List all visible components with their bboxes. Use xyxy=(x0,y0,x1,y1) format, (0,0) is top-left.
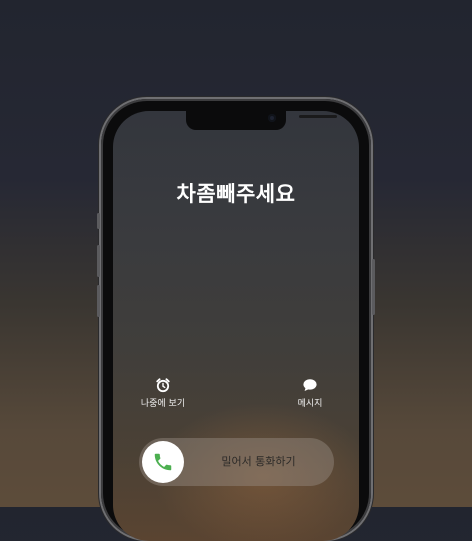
message-button[interactable]: 메시지 xyxy=(270,377,350,409)
phone-icon xyxy=(154,453,172,471)
alarm-clock-icon xyxy=(156,378,170,393)
volume-down-button xyxy=(97,285,100,317)
action-button xyxy=(97,213,100,229)
slide-to-answer-label: 밀어서 통화하기 xyxy=(221,455,296,468)
notch xyxy=(186,111,337,130)
message-label: 메시지 xyxy=(297,399,323,409)
remind-me-button[interactable]: 나중에 보기 xyxy=(123,377,203,409)
slide-to-answer[interactable]: 밀어서 통화하기 xyxy=(139,438,334,486)
front-camera-icon xyxy=(268,114,276,122)
caller-name: 차좀빼주세요 xyxy=(176,182,296,206)
volume-up-button xyxy=(97,245,100,277)
earpiece-speaker xyxy=(299,115,337,118)
chat-bubble-icon xyxy=(303,379,317,391)
phone-frame: 차좀빼주세요 나중에 보기 메시지 밀어서 통화하기 xyxy=(97,99,375,541)
incoming-call-screen: 차좀빼주세요 나중에 보기 메시지 밀어서 통화하기 xyxy=(113,111,359,541)
power-button xyxy=(372,259,375,315)
remind-me-label: 나중에 보기 xyxy=(140,399,186,409)
answer-knob[interactable] xyxy=(142,441,184,483)
